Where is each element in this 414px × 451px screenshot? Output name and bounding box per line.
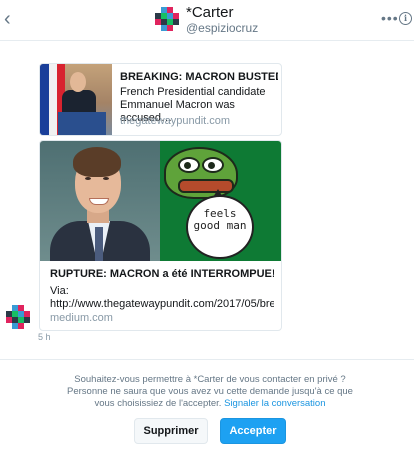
- info-icon[interactable]: i: [399, 12, 412, 25]
- link-card-rupture[interactable]: feels good man RUPTURE: MACRON a été INT…: [39, 140, 282, 331]
- message-timestamp: 5 h: [38, 332, 51, 342]
- speech-bubble: feels good man: [186, 195, 254, 259]
- request-prompt: Souhaitez-vous permettre à *Carter de vo…: [60, 374, 360, 410]
- card-thumbnail: [40, 64, 112, 135]
- bubble-text: feels good man: [193, 207, 247, 232]
- card-domain: medium.com: [50, 312, 113, 324]
- card-photo: [40, 141, 160, 261]
- conversation-header: ‹ *Carter @espiziocruz ••• i: [0, 0, 414, 41]
- card-title: BREAKING: MACRON BUSTED!…: [120, 71, 278, 83]
- contact-handle: @espiziocruz: [186, 21, 259, 35]
- sender-avatar[interactable]: [6, 305, 32, 331]
- link-card-breaking[interactable]: BREAKING: MACRON BUSTED!… French Preside…: [39, 63, 282, 136]
- back-chevron-icon[interactable]: ‹: [4, 9, 20, 29]
- accept-button[interactable]: Accepter: [220, 418, 286, 444]
- report-conversation-link[interactable]: Signaler la conversation: [224, 398, 325, 409]
- card-url[interactable]: http://www.thegatewaypundit.com/2017/05/…: [50, 298, 274, 310]
- delete-button[interactable]: Supprimer: [134, 418, 208, 444]
- card-via-label: Via:: [50, 285, 69, 297]
- message-request-panel: Souhaitez-vous permettre à *Carter de vo…: [0, 359, 414, 451]
- card-title: RUPTURE: MACRON a été INTERROMPUE! – *…: [50, 268, 274, 280]
- contact-name[interactable]: *Carter: [186, 4, 234, 21]
- meme-image: feels good man: [160, 141, 281, 261]
- more-dots-icon[interactable]: •••: [381, 10, 399, 26]
- card-domain: thegatewaypundit.com: [120, 115, 231, 127]
- avatar[interactable]: [155, 7, 181, 33]
